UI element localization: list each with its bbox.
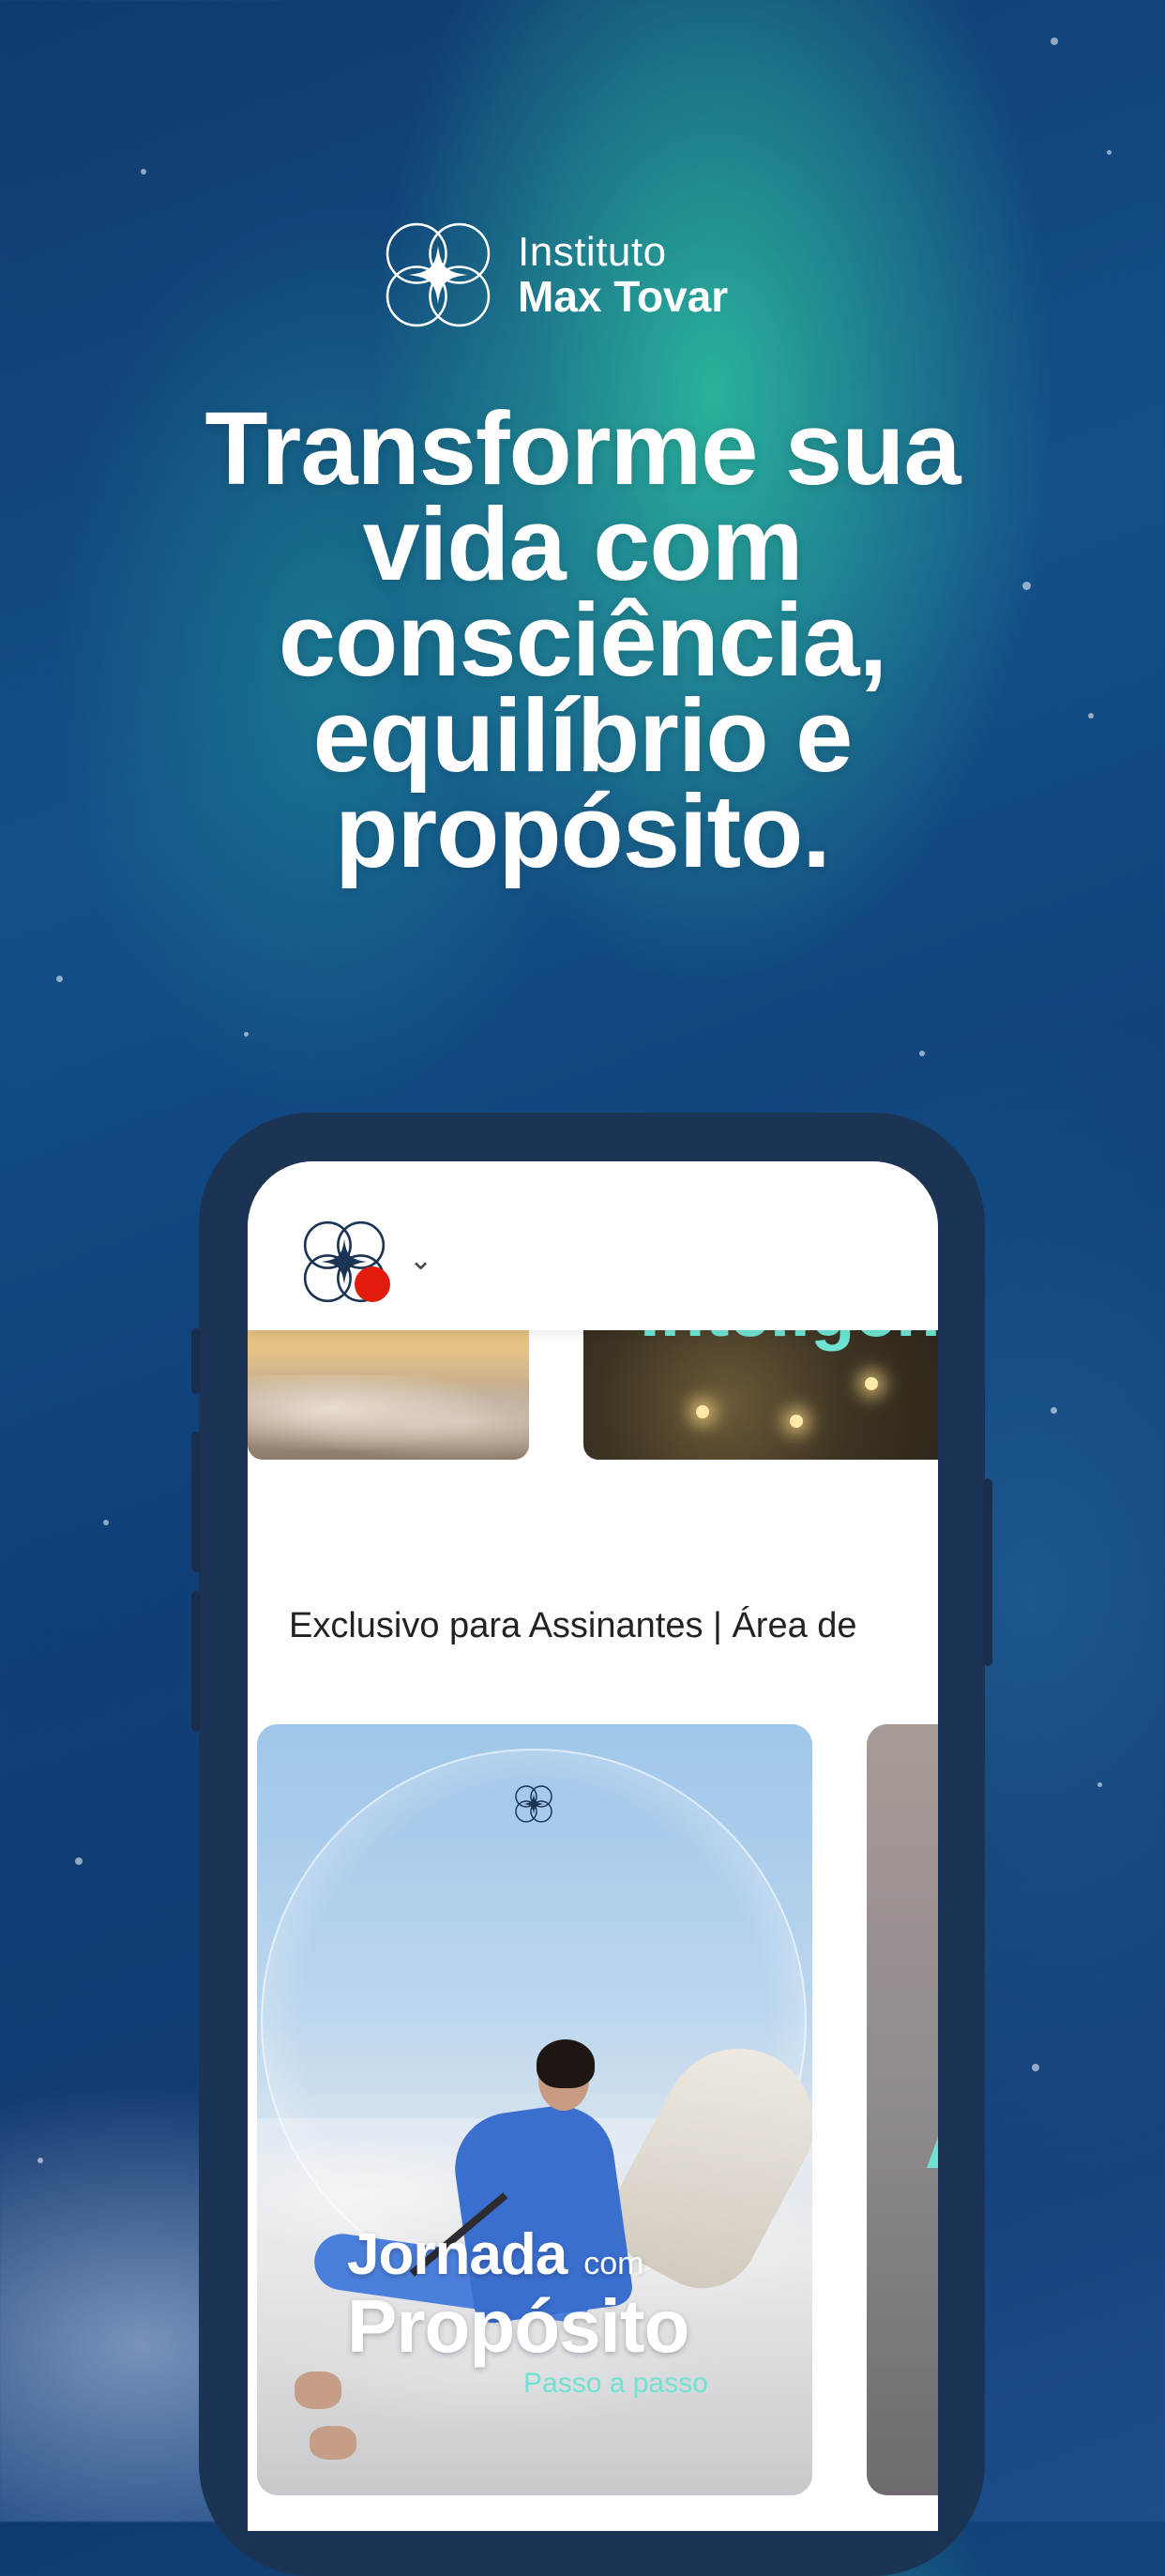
card-partial-letter: A xyxy=(925,2099,938,2186)
phone-mockup: ⌄ Inteligên Exclusivo para Assinantes | … xyxy=(191,1113,992,2576)
flower-star-logo-icon xyxy=(386,222,491,327)
chevron-down-icon[interactable]: ⌄ xyxy=(409,1244,432,1277)
card-title-word: com xyxy=(583,2246,644,2281)
hero-headline: Transforme sua vida com consciência, equ… xyxy=(75,398,1090,884)
phone-screen: ⌄ Inteligên Exclusivo para Assinantes | … xyxy=(248,1161,938,2531)
card-title-line1: Jornada com xyxy=(347,2221,643,2288)
app-header: ⌄ xyxy=(248,1161,938,1330)
course-card-jornada[interactable]: Jornada com Propósito Passo a passo xyxy=(257,1724,812,2495)
section-title: Exclusivo para Assinantes | Área de xyxy=(289,1606,857,1645)
phone-side-button xyxy=(191,1432,201,1572)
card-title-word: Jornada xyxy=(347,2222,567,2287)
card-title-line2: Propósito xyxy=(347,2284,689,2368)
phone-side-button xyxy=(191,1591,201,1732)
brand-header: Instituto Max Tovar xyxy=(371,208,728,341)
notification-dot xyxy=(355,1266,390,1302)
phone-power-button xyxy=(983,1478,992,1666)
headline-line: propósito. xyxy=(335,774,831,889)
flower-star-logo-icon xyxy=(515,1785,552,1823)
card-subtitle: Passo a passo xyxy=(523,2368,708,2399)
brand-name-line1: Instituto xyxy=(518,228,667,275)
brand-name-line2: Max Tovar xyxy=(518,271,729,321)
phone-side-button xyxy=(191,1328,201,1394)
